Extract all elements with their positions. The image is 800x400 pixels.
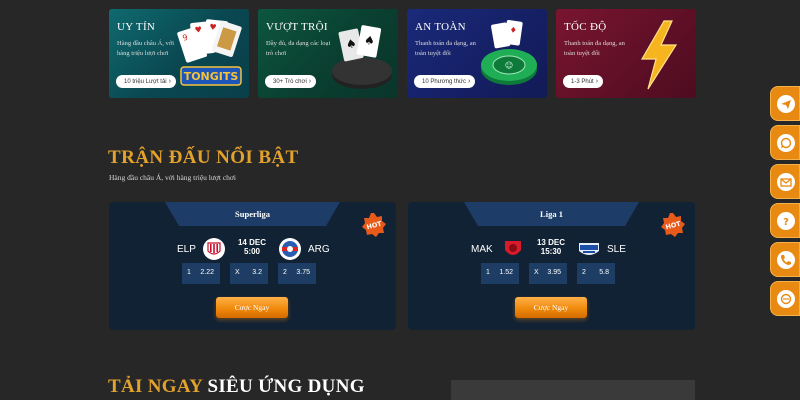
- match-date: 14 DEC: [237, 238, 266, 247]
- feature-pill-button[interactable]: 1-3 Phút ›: [563, 75, 604, 88]
- phone-glyph-icon: [781, 255, 791, 265]
- odds-key: X: [534, 269, 539, 276]
- pill-label: 1-3 Phút: [571, 79, 594, 85]
- odds-value: 5.8: [599, 269, 609, 276]
- match-time: 15:30: [540, 247, 562, 256]
- away-team-crest-icon: [579, 243, 599, 255]
- pill-label: 10 Phương thức: [422, 79, 466, 85]
- odds-key: 1: [486, 269, 490, 276]
- feature-pill-button[interactable]: 30+ Trò chơi ›: [265, 75, 317, 88]
- help-glyph-icon: ?: [783, 217, 789, 227]
- feature-cards: UY TÍN Hàng đầu châu Á, với hàng triệu l…: [109, 9, 696, 98]
- pill-label: 10 triệu Lượt tải: [124, 79, 167, 85]
- odds-key: 2: [283, 269, 287, 276]
- svg-text:☺: ☺: [505, 61, 513, 70]
- bet-now-button[interactable]: Cược Ngay: [216, 297, 288, 318]
- page: UY TÍN Hàng đầu châu Á, với hàng triệu l…: [0, 0, 800, 400]
- livechat-button[interactable]: [770, 281, 800, 316]
- league-name: Superliga: [235, 209, 270, 219]
- feature-card-uy-tin[interactable]: UY TÍN Hàng đầu châu Á, với hàng triệu l…: [109, 9, 249, 98]
- svg-text:?: ?: [783, 217, 789, 227]
- telegram-button[interactable]: [770, 86, 800, 121]
- email-button[interactable]: [770, 164, 800, 199]
- download-title-rest: SIÊU ỨNG DỤNG: [202, 376, 365, 397]
- poker-chip-icon: ♦ ☺: [481, 20, 537, 85]
- match-card: Liga 1 HOT MAK 13 DEC 15:30 SLE 1 1.52 X3…: [408, 202, 695, 330]
- feature-pill-button[interactable]: 10 triệu Lượt tải ›: [116, 75, 176, 88]
- odds-away[interactable]: 2 3.75: [278, 263, 316, 284]
- featured-matches-subtitle: Hàng đầu châu Á, với hàng triệu lượt chơ…: [109, 173, 236, 182]
- contact-sidebar: ?: [770, 86, 800, 320]
- svg-text:♥: ♥: [194, 25, 202, 35]
- pill-label: 30+ Trò chơi: [273, 79, 307, 85]
- feature-card-toc-do[interactable]: TỐC ĐỘ Thanh toán đa dạng, an toàn tuyệt…: [556, 9, 696, 98]
- feature-description: Đầy đủ, đa dạng các loại trò chơi: [266, 40, 331, 57]
- lightning-icon: [640, 20, 678, 90]
- download-app-title: TẢI NGAY SIÊU ỨNG DỤNG: [108, 376, 365, 398]
- odds-draw[interactable]: X 3.2: [230, 263, 268, 284]
- email-glyph-icon: [780, 178, 792, 187]
- league-name: Liga 1: [540, 209, 563, 219]
- download-panel: [451, 380, 695, 400]
- odds-value: 1.52: [499, 269, 513, 276]
- arrow-right-icon: ›: [168, 78, 171, 85]
- match-card: Superliga HOT ELP 14 DEC 5:00 ARG 1 2.22 …: [109, 202, 396, 330]
- feature-pill-button[interactable]: 10 Phương thức ›: [414, 75, 476, 88]
- odds-home[interactable]: 1 1.52: [481, 263, 519, 284]
- away-team-crest-icon: [279, 238, 301, 260]
- svg-text:♥: ♥: [209, 22, 217, 32]
- bet-now-button[interactable]: Cược Ngay: [515, 297, 587, 318]
- svg-text:TONGITS: TONGITS: [184, 70, 239, 83]
- arrow-right-icon: ›: [595, 78, 599, 85]
- home-team-code: ELP: [177, 244, 196, 255]
- odds-value: 3.2: [252, 269, 262, 276]
- odds-key: 2: [582, 269, 586, 276]
- feature-card-an-toan[interactable]: AN TOÀN Thanh toán đa dạng, an toàn tuyệ…: [407, 9, 547, 98]
- arrow-right-icon: ›: [308, 78, 312, 85]
- feature-card-vuot-troi[interactable]: VƯỢT TRỘI Đầy đủ, đa dạng các loại trò c…: [258, 9, 398, 98]
- help-button[interactable]: ?: [770, 203, 800, 238]
- telegram-glyph-icon: [781, 100, 791, 109]
- card-table-icon: ♠ ♠: [332, 25, 392, 89]
- odds-value: 3.75: [296, 269, 310, 276]
- odds-away[interactable]: 2 5.8: [577, 263, 615, 284]
- hot-badge: HOT: [362, 213, 386, 237]
- featured-matches-title: TRẬN ĐẤU NỔI BẬT: [108, 147, 299, 168]
- odds-home[interactable]: 1 2.22: [182, 263, 220, 284]
- home-team-code: MAK: [471, 244, 493, 255]
- feature-description: Thanh toán đa dạng, an toàn tuyệt đối: [415, 40, 476, 57]
- away-team-code: SLE: [607, 244, 626, 255]
- arrow-right-icon: ›: [468, 78, 471, 85]
- odds-value: 2.22: [200, 269, 214, 276]
- livechat-glyph-icon: [780, 293, 792, 305]
- odds-key: X: [235, 269, 240, 276]
- odds-key: 1: [187, 269, 191, 276]
- odds-value: 3.95: [547, 269, 561, 276]
- phone-button[interactable]: [770, 242, 800, 277]
- match-time: 5:00: [243, 247, 260, 256]
- hot-badge: HOT: [661, 213, 685, 237]
- whatsapp-glyph-icon: [780, 137, 792, 149]
- svg-text:♦: ♦: [509, 25, 517, 35]
- away-team-code: ARG: [308, 244, 330, 255]
- whatsapp-button[interactable]: [770, 125, 800, 160]
- download-title-highlight: TẢI NGAY: [108, 376, 203, 397]
- feature-description: Thanh toán đa dạng, an toàn tuyệt đối: [564, 40, 625, 57]
- match-date: 13 DEC: [536, 238, 565, 247]
- match-datetime: 14 DEC 5:00: [222, 238, 282, 256]
- match-datetime: 13 DEC 15:30: [521, 238, 581, 256]
- odds-draw[interactable]: X 3.95: [529, 263, 567, 284]
- playing-cards-icon: 9 ♥ ♥ TONGITS: [177, 19, 242, 86]
- feature-description: Hàng đầu châu Á, với hàng triệu lượt chơ…: [117, 40, 175, 57]
